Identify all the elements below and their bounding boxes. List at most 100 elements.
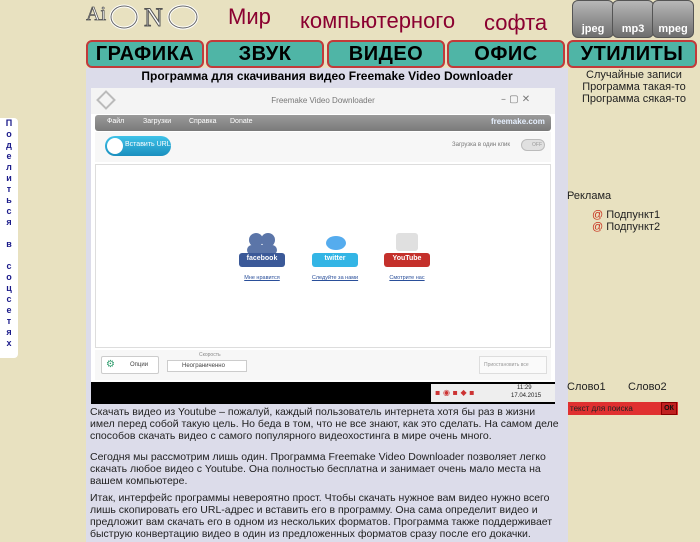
share-letter (0, 228, 18, 239)
sidebar-link-random[interactable]: Случайные записи (568, 69, 700, 81)
share-letter: о (6, 129, 12, 139)
article-paragraph-2: Сегодня мы рассмотрим лишь один. Програм… (90, 451, 546, 487)
share-letter: ь (6, 195, 12, 205)
windows-taskbar: ▪ ◉ ▪ ◆ ▪ 11:29 17.04.2015 (91, 382, 555, 404)
twitter-graphic (312, 236, 358, 267)
nav-graphics[interactable]: ГРАФИКА (86, 40, 204, 68)
nav-sound[interactable]: ЗВУК (206, 40, 324, 68)
menu-downloads[interactable]: Загрузки (143, 118, 171, 125)
svg-text:Ai: Ai (86, 3, 106, 25)
youtube-label: YouTube (392, 255, 422, 262)
share-sidebar[interactable]: Поделиться в соцсетях (0, 118, 18, 358)
sidebar-link-program-1[interactable]: Программа такая-то (568, 81, 700, 93)
header-word-3: софта (484, 10, 548, 35)
ad-subitem-2-label: Подпункт2 (606, 221, 661, 233)
article-title: Программа для скачивания видео Freemake … (141, 69, 513, 83)
share-letter: в (6, 239, 12, 249)
brand-label[interactable]: freemake.com (491, 117, 545, 126)
site-logo[interactable]: Ai N (86, 0, 202, 36)
share-letter: с (6, 294, 12, 304)
mpeg-icon[interactable]: mpeg (652, 0, 694, 38)
share-letter: х (6, 338, 12, 348)
youtube-icon[interactable]: YouTube (382, 231, 432, 271)
jpeg-icon-label: jpeg (581, 23, 605, 35)
share-letter (0, 250, 18, 261)
nav-video[interactable]: ВИДЕО (327, 40, 445, 68)
share-letter: и (6, 173, 12, 183)
share-letter: т (6, 184, 12, 194)
app-titlebar: Freemake Video Downloader – ▢ ✕ (91, 88, 555, 114)
mp3-icon[interactable]: mp3 (612, 0, 654, 38)
twitter-label: twitter (324, 255, 346, 262)
facebook-icon[interactable]: facebook (237, 231, 287, 271)
jpeg-icon[interactable]: jpeg (572, 0, 614, 38)
twitter-icon[interactable]: twitter (310, 231, 360, 271)
paste-url-label: Вставить URL (125, 141, 171, 148)
nav-office[interactable]: ОФИС (447, 40, 565, 68)
app-screenshot: Freemake Video Downloader – ▢ ✕ Файл Заг… (91, 88, 555, 404)
menu-donate[interactable]: Donate (230, 118, 253, 125)
ad-subitem-2[interactable]: @ Подпункт2 (592, 221, 660, 233)
youtube-graphic (384, 233, 430, 267)
download-area: facebook Мне нравится twitter Следуйте з… (95, 164, 551, 348)
article-paragraph-3: Итак, интерфейс программы невероятно про… (90, 492, 553, 540)
facebook-label: facebook (246, 255, 278, 262)
app-toolbar: Вставить URL Загрузка в один клик OFF (95, 132, 551, 162)
share-letter: е (6, 151, 12, 161)
share-letter: о (6, 272, 12, 282)
share-letter: с (6, 206, 12, 216)
youtube-link[interactable]: Смотрите нас (374, 275, 440, 281)
ad-title: Реклама (567, 190, 612, 202)
sidebar-word-1[interactable]: Слово1 (567, 381, 606, 393)
app-window-title: Freemake Video Downloader (271, 96, 375, 105)
sidebar-links: Случайные записи Программа такая-то Прог… (568, 69, 700, 105)
tray-icons: ▪ ◉ ▪ ◆ ▪ (435, 388, 475, 397)
speed-label: Скорость (199, 352, 221, 358)
one-click-label: Загрузка в один клик (452, 142, 510, 148)
at-icon: @ (592, 209, 604, 221)
at-icon: @ (592, 221, 604, 233)
share-letter: я (6, 217, 12, 227)
app-menubar: Файл Загрузки Справка Donate freemake.co… (95, 115, 551, 131)
search-placeholder: текст для поиска (570, 404, 633, 413)
speed-value: Неограниченно (182, 363, 225, 369)
gear-icon: ⚙ (106, 359, 115, 370)
share-letter: ц (6, 283, 12, 293)
one-click-toggle[interactable]: OFF (521, 139, 545, 151)
options-button[interactable]: ⚙ Опции (101, 356, 159, 374)
clock-time: 11:29 (517, 385, 532, 391)
menu-help[interactable]: Справка (189, 118, 216, 125)
window-controls-icon[interactable]: – ▢ ✕ (501, 94, 530, 105)
share-letter: д (6, 140, 12, 150)
mp3-icon-label: mp3 (621, 23, 645, 35)
system-tray: ▪ ◉ ▪ ◆ ▪ 11:29 17.04.2015 (431, 384, 555, 402)
nav-utilities[interactable]: УТИЛИТЫ (567, 40, 697, 68)
svg-text:N: N (144, 3, 163, 32)
header-word-1: Мир (228, 4, 271, 29)
ad-subitems: @ Подпункт1 @ Подпункт2 (592, 209, 660, 233)
share-letter: т (6, 316, 12, 326)
options-label: Опции (130, 362, 149, 368)
article-paragraph-1: Скачать видео из Youtube – пожалуй, кажд… (90, 406, 559, 442)
search-button[interactable]: ОК (661, 402, 677, 415)
paste-url-button[interactable]: Вставить URL (105, 136, 171, 156)
speed-select[interactable]: Неограниченно (167, 360, 247, 372)
facebook-link[interactable]: Мне нравится (230, 275, 294, 281)
facebook-graphic (239, 233, 285, 267)
twitter-link[interactable]: Следуйте за нами (300, 275, 370, 281)
header-word-2: компьютерного (300, 8, 456, 33)
pause-all-button[interactable]: Приостановить все (479, 356, 547, 374)
clock-date: 17.04.2015 (511, 393, 542, 399)
ad-subitem-1[interactable]: @ Подпункт1 (592, 209, 660, 221)
share-letter: е (6, 305, 12, 315)
paste-icon (107, 138, 123, 154)
sidebar-word-2[interactable]: Слово2 (628, 381, 667, 393)
share-letter: я (6, 327, 12, 337)
sidebar-link-program-2[interactable]: Программа сякая-то (568, 93, 700, 105)
logo-graphic: Ai N (86, 3, 199, 33)
app-bottombar: ⚙ Опции Скорость Неограниченно Приостано… (95, 350, 551, 380)
ad-subitem-1-label: Подпункт1 (606, 209, 661, 221)
menu-file[interactable]: Файл (107, 118, 124, 125)
mpeg-icon-label: mpeg (658, 23, 688, 35)
share-letter: л (6, 162, 12, 172)
